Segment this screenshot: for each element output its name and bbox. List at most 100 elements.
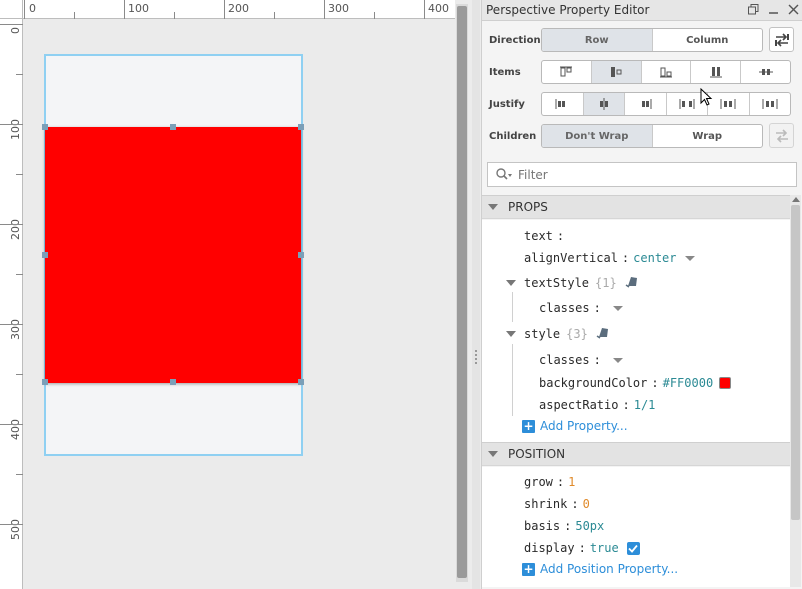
resize-handle-e[interactable]	[298, 252, 304, 258]
panel-title-bar: Perspective Property Editor	[482, 0, 802, 21]
filter-input[interactable]	[518, 167, 778, 182]
designer-canvas[interactable]: 0 100 200 300 400 0 100 200 300 400 500	[0, 0, 470, 589]
filter-box[interactable]	[487, 162, 797, 187]
dropdown-icon[interactable]	[684, 255, 695, 261]
prop-textStyle-classes[interactable]: classes:	[539, 298, 623, 318]
prop-value[interactable]: #FF0000	[663, 376, 714, 390]
align-baseline-button[interactable]	[741, 61, 790, 83]
dont-wrap-button[interactable]: Don't Wrap	[542, 125, 653, 147]
ruler-label: 0	[29, 2, 36, 15]
direction-column-button[interactable]: Column	[653, 29, 763, 51]
style-link-icon[interactable]	[625, 275, 639, 291]
panel-title: Perspective Property Editor	[486, 3, 650, 17]
align-items-toggle[interactable]	[541, 60, 791, 84]
prop-display[interactable]: display: true	[524, 538, 640, 558]
properties-scrollbar[interactable]	[790, 195, 801, 587]
props-section-header[interactable]: PROPS	[482, 195, 790, 219]
prop-textStyle[interactable]: textStyle {1}	[524, 273, 639, 293]
scroll-up-icon[interactable]	[792, 197, 800, 202]
prop-style[interactable]: style {3}	[524, 324, 610, 344]
tree-guide	[512, 292, 513, 322]
expand-icon[interactable]	[506, 280, 516, 286]
justify-start-button[interactable]	[542, 93, 584, 115]
prop-key: text	[524, 229, 553, 243]
prop-shrink[interactable]: shrink:0	[524, 494, 590, 514]
wrap-toggle[interactable]: Don't Wrap Wrap	[541, 124, 763, 148]
prop-value[interactable]: 50px	[575, 519, 604, 533]
prop-key: shrink	[524, 497, 568, 511]
justify-end-button[interactable]	[625, 93, 667, 115]
wrap-button[interactable]: Wrap	[653, 125, 763, 147]
dropdown-icon[interactable]	[612, 357, 623, 363]
direction-toggle[interactable]: Row Column	[541, 28, 763, 52]
justify-toggle[interactable]	[541, 92, 791, 116]
prop-key: basis	[524, 519, 561, 533]
restore-icon[interactable]	[746, 2, 760, 16]
align-end-button[interactable]	[642, 61, 692, 83]
align-top-icon	[560, 66, 573, 77]
canvas-scrollbar[interactable]	[456, 4, 468, 582]
prop-grow[interactable]: grow:1	[524, 472, 575, 492]
prop-text[interactable]: text:	[524, 226, 568, 246]
resize-handle-w[interactable]	[42, 252, 48, 258]
resize-handle-sw[interactable]	[42, 379, 48, 385]
direction-label: Direction	[489, 35, 541, 46]
justify-space-evenly-button[interactable]	[750, 93, 791, 115]
prop-key: alignVertical	[524, 251, 618, 265]
swap-icon	[774, 32, 789, 47]
align-start-button[interactable]	[542, 61, 592, 83]
expand-icon[interactable]	[506, 331, 516, 337]
collapse-icon[interactable]	[488, 204, 498, 210]
prop-value[interactable]: 0	[583, 497, 590, 511]
prop-style-classes[interactable]: classes:	[539, 350, 623, 370]
checkbox-checked-icon[interactable]	[626, 541, 640, 555]
close-icon[interactable]	[786, 2, 800, 16]
ruler-label: 200	[9, 219, 22, 240]
align-baseline-icon	[758, 69, 773, 75]
resize-handle-nw[interactable]	[42, 124, 48, 130]
swap-icon	[775, 128, 788, 143]
prop-value[interactable]: center	[633, 251, 676, 265]
justify-center-icon	[599, 98, 608, 110]
color-swatch[interactable]	[719, 377, 732, 389]
minimize-icon[interactable]	[766, 2, 780, 16]
prop-alignVertical[interactable]: alignVertical: center	[524, 248, 695, 268]
resize-handle-ne[interactable]	[298, 124, 304, 130]
align-stretch-button[interactable]	[691, 61, 742, 83]
position-section-header[interactable]: POSITION	[482, 442, 790, 466]
swap-wrap-button[interactable]	[769, 123, 794, 148]
props-section-title: PROPS	[508, 200, 548, 214]
resize-handle-n[interactable]	[170, 124, 176, 130]
swap-direction-button[interactable]	[769, 27, 794, 52]
collapse-icon[interactable]	[488, 451, 498, 457]
prop-value[interactable]: 1	[568, 475, 575, 489]
justify-space-around-button[interactable]	[708, 93, 750, 115]
scrollbar-thumb[interactable]	[457, 6, 467, 578]
ruler-label: 100	[128, 2, 149, 15]
prop-value[interactable]: 1/1	[634, 398, 656, 412]
align-center-button[interactable]	[591, 61, 642, 83]
prop-basis[interactable]: basis:50px	[524, 516, 604, 536]
vertical-ruler: 0 100 200 300 400 500	[0, 19, 23, 589]
prop-key: backgroundColor	[539, 376, 648, 390]
dropdown-icon[interactable]	[612, 305, 623, 311]
add-position-property-link[interactable]: + Add Position Property...	[522, 562, 678, 576]
justify-space-around-icon	[720, 99, 736, 109]
resize-handle-s[interactable]	[170, 379, 176, 385]
panel-splitter[interactable]	[472, 0, 480, 589]
add-property-link[interactable]: + Add Property...	[522, 419, 628, 433]
prop-value[interactable]: true	[590, 541, 619, 555]
horizontal-ruler: 0 100 200 300 400	[0, 0, 455, 19]
style-link-icon[interactable]	[596, 326, 610, 342]
ruler-label: 100	[9, 119, 22, 140]
justify-center-button[interactable]	[583, 93, 625, 115]
resize-handle-se[interactable]	[298, 379, 304, 385]
prop-aspectRatio[interactable]: aspectRatio:1/1	[539, 395, 655, 415]
prop-count: {1}	[595, 276, 617, 290]
prop-backgroundColor[interactable]: backgroundColor: #FF0000	[539, 373, 732, 393]
scrollbar-thumb[interactable]	[791, 205, 800, 520]
prop-key: textStyle	[524, 276, 590, 290]
direction-row-button[interactable]: Row	[542, 29, 653, 51]
justify-end-icon	[642, 99, 652, 109]
selected-component[interactable]	[45, 127, 301, 383]
